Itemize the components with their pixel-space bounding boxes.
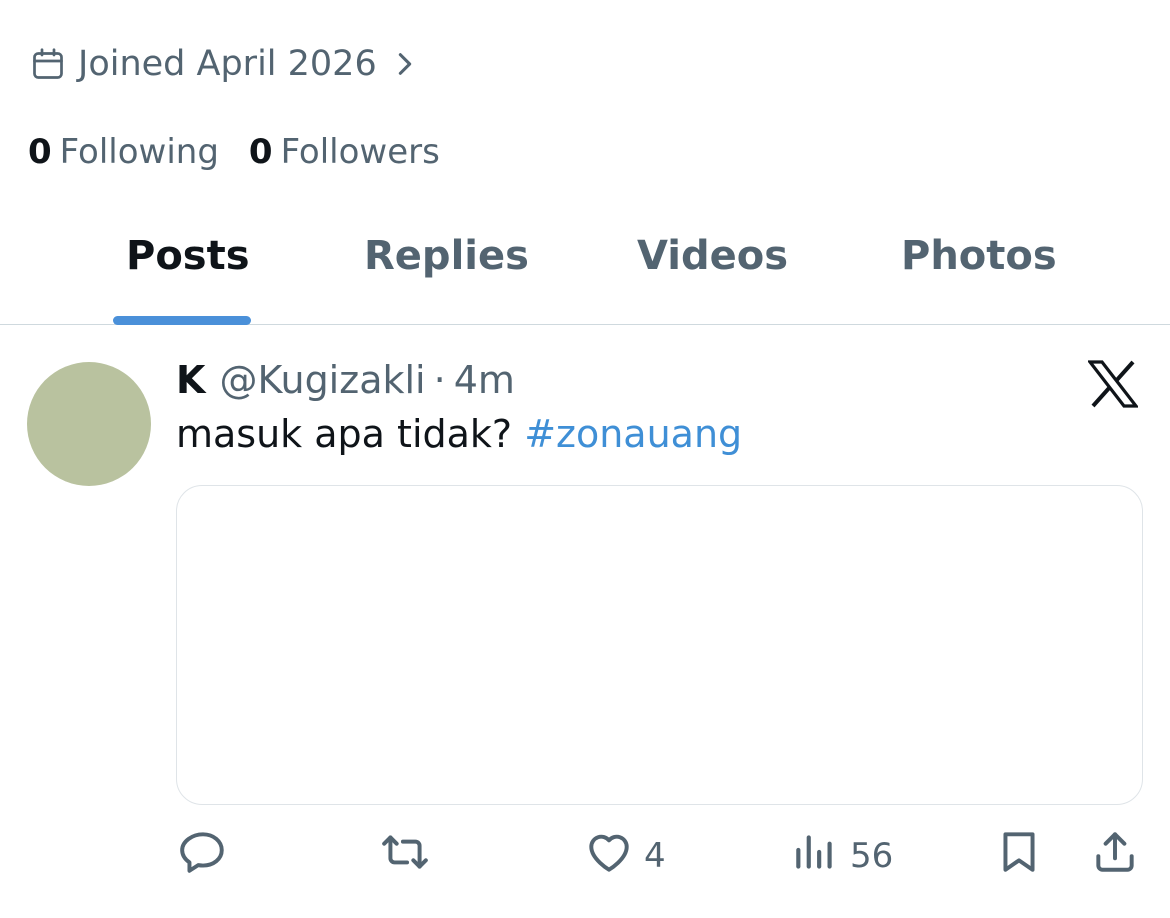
avatar[interactable]: [27, 362, 151, 486]
profile-tabs: Posts Replies Videos Photos: [0, 215, 1170, 325]
post-author-name[interactable]: K: [176, 358, 205, 402]
post-text: masuk apa tidak? #zonauang: [176, 412, 742, 456]
post-media[interactable]: [176, 485, 1143, 805]
post-hashtag[interactable]: #zonauang: [524, 412, 742, 456]
like-count: 4: [644, 836, 666, 876]
following-count: 0: [28, 132, 52, 172]
share-button[interactable]: [1090, 826, 1140, 886]
follow-stats: 0 Following 0 Followers: [28, 128, 440, 176]
tab-posts[interactable]: Posts: [126, 233, 250, 279]
post-actions: 4 56: [0, 826, 1170, 886]
repost-button[interactable]: [380, 826, 430, 886]
following-label: Following: [59, 132, 219, 172]
bookmark-icon: [994, 827, 1044, 886]
tab-videos[interactable]: Videos: [637, 233, 788, 279]
views-count: 56: [850, 836, 894, 876]
followers-label: Followers: [280, 132, 440, 172]
active-tab-indicator: [113, 316, 251, 325]
like-button[interactable]: 4: [584, 826, 666, 886]
views-icon: [790, 827, 840, 886]
post-header: K @Kugizakli · 4m: [176, 356, 515, 404]
joined-date-text: Joined April 2026: [78, 44, 377, 84]
post-timestamp[interactable]: 4m: [454, 358, 515, 402]
followers-link[interactable]: 0 Followers: [249, 132, 440, 172]
post-body: masuk apa tidak?: [176, 412, 513, 456]
reply-button[interactable]: [178, 826, 228, 886]
post-separator: ·: [433, 358, 446, 402]
post-author-handle[interactable]: @Kugizakli: [219, 358, 425, 402]
following-link[interactable]: 0 Following: [28, 132, 219, 172]
followers-count: 0: [248, 132, 273, 172]
views-button[interactable]: 56: [790, 826, 893, 886]
joined-date-row[interactable]: Joined April 2026: [30, 40, 419, 88]
repost-icon: [380, 827, 430, 886]
tab-photos[interactable]: Photos: [901, 233, 1057, 279]
reply-icon: [178, 827, 228, 886]
chevron-right-icon: [391, 50, 419, 78]
calendar-icon: [30, 46, 66, 82]
like-icon: [584, 827, 634, 886]
tab-replies[interactable]: Replies: [364, 233, 529, 279]
x-logo-icon: [1086, 360, 1140, 408]
bookmark-button[interactable]: [994, 826, 1044, 886]
share-icon: [1090, 827, 1140, 886]
